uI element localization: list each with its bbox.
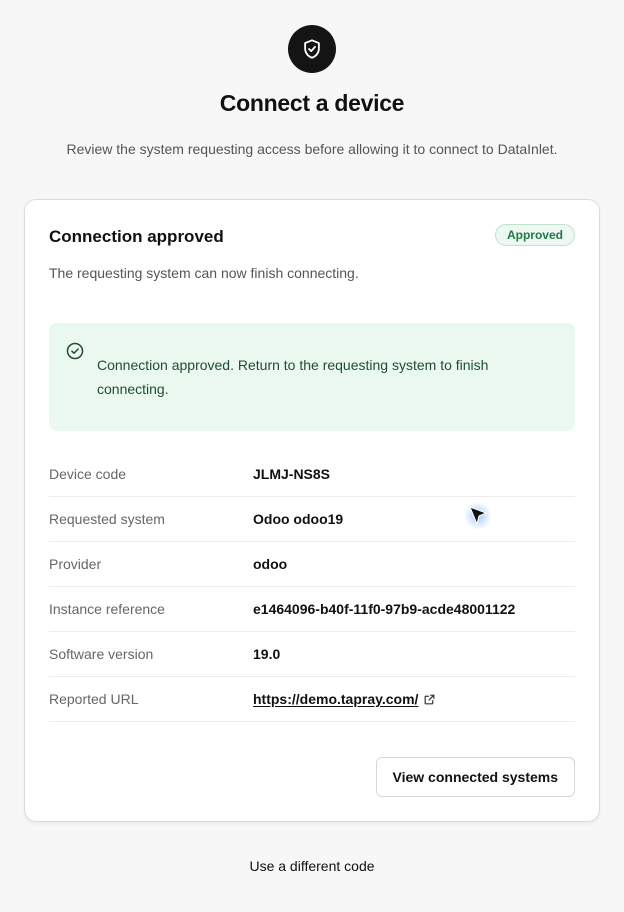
card-description: The requesting system can now finish con… (49, 265, 359, 281)
detail-label: Provider (49, 556, 102, 572)
logo-badge (288, 25, 336, 73)
detail-value: 19.0 (253, 646, 281, 662)
detail-value: JLMJ-NS8S (253, 466, 331, 482)
view-connected-systems-button[interactable]: View connected systems (375, 757, 575, 797)
detail-row-instance-reference: Instance reference e1464096-b40f-11f0-97… (49, 587, 575, 632)
alert-message: Connection approved. Return to the reque… (97, 357, 489, 397)
card-title: Connection approved (49, 227, 224, 246)
detail-label: Device code (49, 466, 127, 482)
detail-value-url: https://demo.tapray.com/ (253, 691, 436, 707)
use-different-code-link[interactable]: Use a different code (0, 858, 624, 874)
detail-label: Software version (49, 646, 154, 662)
reported-url-link[interactable]: https://demo.tapray.com/ (253, 691, 418, 707)
detail-value: e1464096-b40f-11f0-97b9-acde48001122 (253, 601, 516, 617)
detail-label: Instance reference (49, 601, 165, 617)
connection-card: Connection approved Approved The request… (24, 199, 600, 822)
page-title: Connect a device (219, 90, 405, 116)
shield-check-icon (304, 39, 320, 59)
detail-value: Odoo odoo19 (253, 511, 344, 527)
detail-label: Requested system (49, 511, 165, 527)
detail-row-reported-url: Reported URL https://demo.tapray.com/ (49, 677, 575, 722)
detail-label: Reported URL (49, 691, 139, 707)
status-badge: Approved (494, 224, 575, 246)
details-list: Device code JLMJ-NS8S Requested system O… (49, 452, 575, 722)
external-link-icon[interactable] (423, 693, 436, 706)
detail-row-provider: Provider odoo (49, 542, 575, 587)
success-alert: Connection approved. Return to the reque… (49, 323, 575, 431)
check-circle-icon (66, 342, 84, 360)
page-subtitle: Review the system requesting access befo… (66, 141, 558, 157)
detail-value: odoo (253, 556, 288, 572)
detail-row-device-code: Device code JLMJ-NS8S (49, 452, 575, 497)
page: Connect a device Review the system reque… (0, 0, 624, 912)
detail-row-software-version: Software version 19.0 (49, 632, 575, 677)
mouse-cursor-icon (464, 502, 492, 530)
